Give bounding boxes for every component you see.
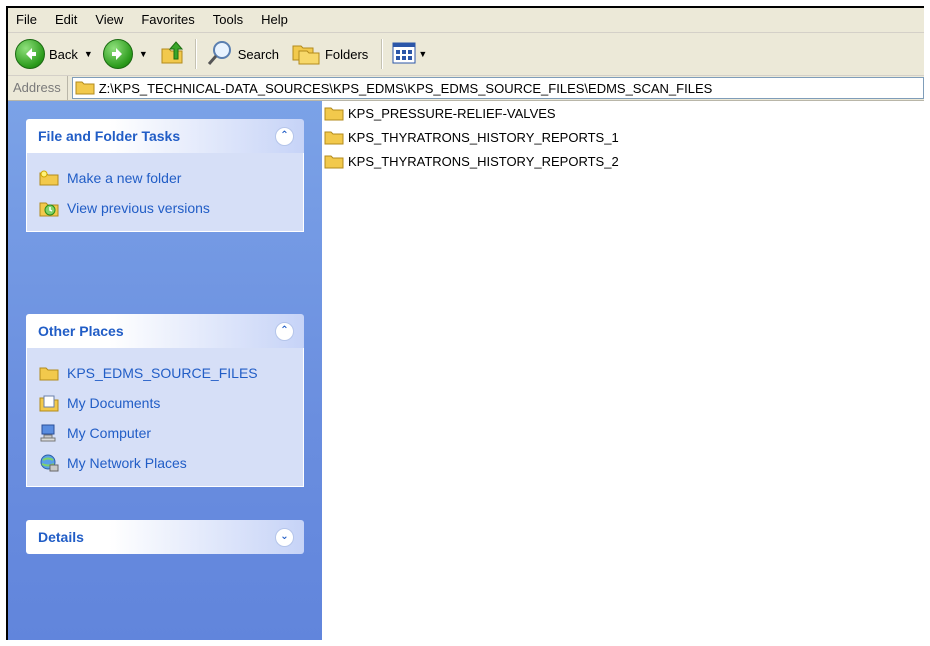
folder-name: KPS_THYRATRONS_HISTORY_REPORTS_1: [348, 129, 619, 145]
views-dropdown-icon[interactable]: ▼: [418, 49, 427, 59]
menu-file[interactable]: File: [8, 8, 46, 32]
task-label: View previous versions: [67, 200, 210, 216]
folders-icon: [291, 40, 321, 69]
folder-name: KPS_THYRATRONS_HISTORY_REPORTS_2: [348, 153, 619, 169]
address-bar: Address Z:\KPS_TECHNICAL-DATA_SOURCES\KP…: [8, 76, 924, 101]
folder-item[interactable]: KPS_PRESSURE-RELIEF-VALVES: [324, 101, 556, 125]
panel-other-places: Other Places ⌃ KPS_EDMS_SOURCE_FILES My …: [26, 314, 304, 487]
panel-title: File and Folder Tasks: [38, 128, 181, 144]
toolbar-separator: [194, 39, 197, 69]
expand-chevron-icon[interactable]: ⌄: [275, 527, 294, 547]
network-places-icon: [39, 454, 59, 472]
my-computer-icon: [39, 424, 59, 442]
panel-header[interactable]: Other Places ⌃: [26, 314, 304, 348]
place-label: My Network Places: [67, 455, 187, 471]
folder-icon: [324, 104, 346, 122]
previous-versions-icon: [39, 199, 59, 217]
explorer-window: File Edit View Favorites Tools Help Back…: [6, 6, 924, 640]
toolbar: Back ▼ ▼ Search Folders ▼: [8, 33, 924, 76]
place-my-computer[interactable]: My Computer: [39, 418, 303, 448]
back-dropdown-icon[interactable]: ▼: [84, 49, 93, 59]
folder-icon: [324, 152, 346, 170]
place-label: My Computer: [67, 425, 152, 441]
folder-name: KPS_PRESSURE-RELIEF-VALVES: [348, 105, 556, 121]
panel-body: Make a new folder View previous versions: [26, 153, 304, 232]
folder-item[interactable]: KPS_THYRATRONS_HISTORY_REPORTS_1: [324, 125, 619, 149]
search-button[interactable]: Search: [203, 37, 282, 71]
views-button[interactable]: ▼: [389, 37, 434, 71]
panel-title: Details: [38, 529, 84, 545]
forward-arrow-icon: [102, 39, 133, 69]
file-list: KPS_PRESSURE-RELIEF-VALVES KPS_THYRATRON…: [322, 101, 924, 640]
folder-item[interactable]: KPS_THYRATRONS_HISTORY_REPORTS_2: [324, 149, 619, 173]
task-label: Make a new folder: [67, 170, 182, 186]
collapse-chevron-icon[interactable]: ⌃: [275, 126, 294, 146]
menu-edit[interactable]: Edit: [46, 8, 86, 32]
task-make-new-folder[interactable]: Make a new folder: [39, 163, 303, 193]
collapse-chevron-icon[interactable]: ⌃: [275, 321, 294, 341]
panel-body: KPS_EDMS_SOURCE_FILES My Documents My Co…: [26, 348, 304, 487]
views-icon: [392, 42, 416, 67]
menu-bar: File Edit View Favorites Tools Help: [8, 8, 924, 33]
place-my-network-places[interactable]: My Network Places: [39, 448, 303, 478]
address-input[interactable]: Z:\KPS_TECHNICAL-DATA_SOURCES\KPS_EDMS\K…: [71, 77, 924, 99]
menu-view[interactable]: View: [86, 8, 132, 32]
place-label: KPS_EDMS_SOURCE_FILES: [67, 365, 258, 381]
menu-favorites[interactable]: Favorites: [132, 8, 203, 32]
place-my-documents[interactable]: My Documents: [39, 388, 303, 418]
search-icon: [206, 39, 234, 70]
panel-details: Details ⌄: [26, 520, 304, 554]
up-folder-button[interactable]: [155, 37, 189, 71]
folder-icon: [75, 79, 95, 98]
folder-icon: [39, 364, 59, 382]
folder-icon: [324, 128, 346, 146]
address-path: Z:\KPS_TECHNICAL-DATA_SOURCES\KPS_EDMS\K…: [98, 80, 713, 96]
task-view-previous-versions[interactable]: View previous versions: [39, 193, 303, 223]
address-label: Address: [8, 76, 68, 100]
new-folder-icon: [39, 169, 59, 187]
panel-title: Other Places: [38, 323, 124, 339]
forward-dropdown-icon[interactable]: ▼: [139, 49, 148, 59]
folders-button[interactable]: Folders: [288, 37, 371, 71]
place-label: My Documents: [67, 395, 161, 411]
folders-label: Folders: [324, 46, 369, 62]
panel-header[interactable]: Details ⌄: [26, 520, 304, 554]
toolbar-separator: [381, 39, 384, 69]
panel-file-folder-tasks: File and Folder Tasks ⌃ Make a new folde…: [26, 119, 304, 232]
forward-button[interactable]: ▼: [100, 37, 155, 71]
my-documents-icon: [39, 394, 59, 412]
menu-help[interactable]: Help: [252, 8, 297, 32]
search-label: Search: [237, 46, 279, 62]
back-label: Back: [49, 46, 78, 62]
place-kps-edms-source-files[interactable]: KPS_EDMS_SOURCE_FILES: [39, 358, 303, 388]
panel-header[interactable]: File and Folder Tasks ⌃: [26, 119, 304, 153]
up-folder-icon: [158, 39, 186, 70]
menu-tools[interactable]: Tools: [204, 8, 252, 32]
back-arrow-icon: [15, 39, 45, 69]
back-button[interactable]: Back ▼: [12, 37, 100, 71]
task-pane: File and Folder Tasks ⌃ Make a new folde…: [8, 101, 322, 640]
